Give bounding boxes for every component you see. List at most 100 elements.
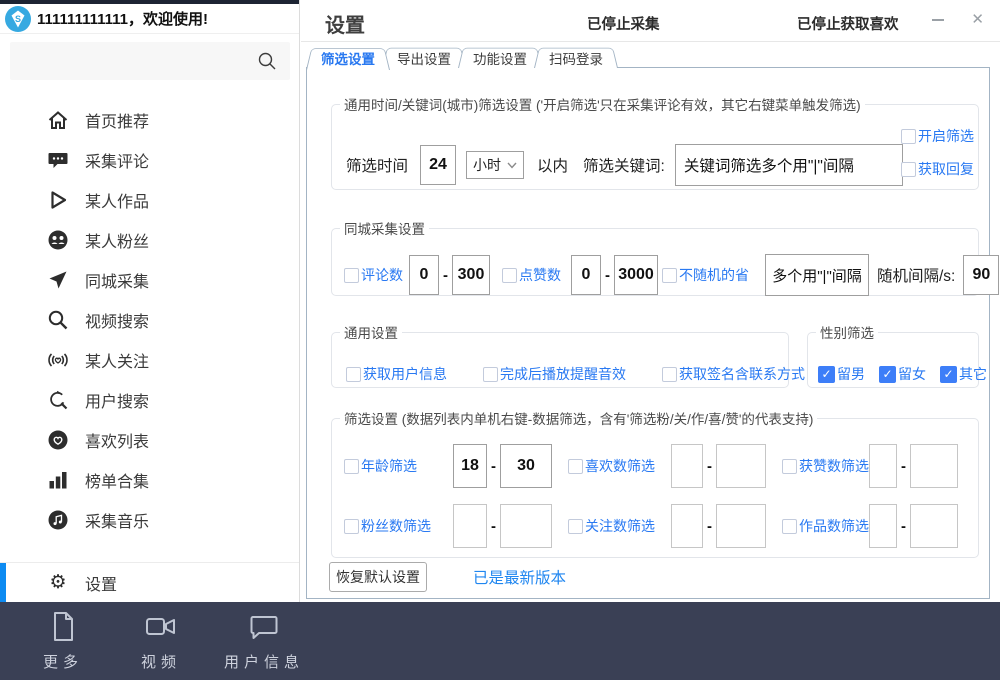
praise-count-filter-label[interactable]: 获赞数筛选 bbox=[799, 456, 869, 476]
time-unit-select[interactable]: 小时 bbox=[466, 151, 524, 179]
sidebar-item-user-follow[interactable]: 某人关注 bbox=[0, 340, 299, 380]
get-user-info-checkbox[interactable] bbox=[346, 367, 361, 382]
praise-count-filter-checkbox[interactable] bbox=[782, 459, 797, 474]
fans-count-min-input[interactable] bbox=[453, 504, 487, 548]
sidebar-item-settings[interactable]: ⚙ 设置 bbox=[0, 562, 299, 602]
keep-male-checkbox[interactable] bbox=[818, 366, 835, 383]
like-count-label[interactable]: 点赞数 bbox=[519, 265, 561, 285]
svg-text:S: S bbox=[15, 13, 21, 23]
sidebar-item-user-fans[interactable]: 某人粉丝 bbox=[0, 220, 299, 260]
comment-count-label[interactable]: 评论数 bbox=[361, 265, 403, 285]
general-settings-fieldset: 通用设置 获取用户信息 完成后播放提醒音效 获取签名含联系方式 bbox=[331, 322, 789, 388]
sidebar-item-video-search[interactable]: 视频搜索 bbox=[0, 300, 299, 340]
search-icon[interactable] bbox=[256, 50, 278, 72]
sidebar-item-music-collect[interactable]: 采集音乐 bbox=[0, 500, 299, 540]
like-count-filter-label[interactable]: 喜欢数筛选 bbox=[585, 456, 655, 476]
play-sound-checkbox[interactable] bbox=[483, 367, 498, 382]
follow-count-filter-checkbox[interactable] bbox=[568, 519, 583, 534]
random-interval-input[interactable] bbox=[963, 255, 999, 295]
get-reply-checkbox[interactable] bbox=[901, 162, 916, 177]
page-title: 设置 bbox=[325, 9, 365, 38]
sidebar-item-label: 喜欢列表 bbox=[85, 428, 149, 452]
sidebar-item-label: 采集音乐 bbox=[85, 508, 149, 532]
range-dash: - bbox=[707, 458, 712, 475]
fieldset-legend: 通用设置 bbox=[340, 322, 402, 342]
province-list-input[interactable] bbox=[765, 254, 869, 296]
like-count-checkbox[interactable] bbox=[502, 268, 517, 283]
numeric-filters-fieldset: 筛选设置 (数据列表内单机右键-数据筛选，含有'筛选粉/关/作/喜/赞'的代表支… bbox=[331, 408, 979, 558]
keep-other-label[interactable]: 其它 bbox=[959, 364, 987, 384]
works-count-max-input[interactable] bbox=[910, 504, 958, 548]
works-count-filter-label[interactable]: 作品数筛选 bbox=[799, 516, 869, 536]
tab-function-settings[interactable]: 功能设置 bbox=[458, 45, 542, 68]
like-max-input[interactable] bbox=[614, 255, 658, 295]
sidebar-item-user-search[interactable]: 用户搜索 bbox=[0, 380, 299, 420]
like-count-min-input[interactable] bbox=[671, 444, 703, 488]
panel-footer: 恢复默认设置 已是最新版本 bbox=[329, 562, 566, 592]
sidebar-item-user-works[interactable]: 某人作品 bbox=[0, 180, 299, 220]
signature-contact-checkbox[interactable] bbox=[662, 367, 677, 382]
sidebar-item-ranking[interactable]: 榜单合集 bbox=[0, 460, 299, 500]
tab-qr-login[interactable]: 扫码登录 bbox=[534, 45, 618, 68]
sidebar-item-comments[interactable]: 采集评论 bbox=[0, 140, 299, 180]
enable-filter-checkbox[interactable] bbox=[901, 129, 916, 144]
play-sound-label[interactable]: 完成后播放提醒音效 bbox=[500, 364, 626, 384]
keep-other-checkbox[interactable] bbox=[940, 366, 957, 383]
get-reply-label[interactable]: 获取回复 bbox=[918, 159, 974, 179]
fixed-province-checkbox[interactable] bbox=[662, 268, 677, 283]
filter-keyword-label: 筛选关键词: bbox=[583, 154, 665, 176]
bottom-item-video[interactable]: 视频 bbox=[126, 610, 196, 672]
get-user-info-label[interactable]: 获取用户信息 bbox=[363, 364, 447, 384]
age-filter-label[interactable]: 年龄筛选 bbox=[361, 456, 417, 476]
enable-filter-label[interactable]: 开启筛选 bbox=[918, 126, 974, 146]
praise-count-max-input[interactable] bbox=[910, 444, 958, 488]
keep-female-label[interactable]: 留女 bbox=[898, 364, 926, 384]
filter-time-label: 筛选时间 bbox=[346, 154, 408, 176]
works-count-min-input[interactable] bbox=[869, 504, 897, 548]
age-max-input[interactable] bbox=[500, 444, 552, 488]
sidebar-item-home[interactable]: 首页推荐 bbox=[0, 100, 299, 140]
comment-min-input[interactable] bbox=[409, 255, 439, 295]
app-logo-icon: S bbox=[5, 6, 31, 32]
filter-keyword-input[interactable] bbox=[675, 144, 903, 186]
bottom-item-user-info[interactable]: 用户信息 bbox=[212, 610, 316, 672]
minimize-button[interactable] bbox=[932, 19, 944, 21]
bottom-item-more[interactable]: 更多 bbox=[30, 610, 96, 672]
keep-female-checkbox[interactable] bbox=[879, 366, 896, 383]
version-status-link[interactable]: 已是最新版本 bbox=[473, 566, 566, 588]
sidebar-item-city-collect[interactable]: 同城采集 bbox=[0, 260, 299, 300]
bottom-item-label: 用户信息 bbox=[212, 651, 316, 672]
signature-contact-label[interactable]: 获取签名含联系方式 bbox=[679, 364, 805, 384]
age-min-input[interactable] bbox=[453, 444, 487, 488]
filter-time-input[interactable] bbox=[420, 145, 456, 185]
sidebar-search-box[interactable] bbox=[10, 42, 290, 80]
fans-count-filter-label[interactable]: 粉丝数筛选 bbox=[361, 516, 431, 536]
random-interval-label: 随机间隔/s: bbox=[877, 264, 955, 286]
within-label: 以内 bbox=[537, 154, 568, 176]
age-filter-checkbox[interactable] bbox=[344, 459, 359, 474]
search-input[interactable] bbox=[18, 46, 248, 76]
follow-count-filter-label[interactable]: 关注数筛选 bbox=[585, 516, 655, 536]
like-count-filter-checkbox[interactable] bbox=[568, 459, 583, 474]
tab-filter-settings[interactable]: 筛选设置 bbox=[306, 45, 390, 68]
works-count-filter-checkbox[interactable] bbox=[782, 519, 797, 534]
reset-defaults-button[interactable]: 恢复默认设置 bbox=[329, 562, 427, 592]
music-icon bbox=[46, 509, 70, 531]
fans-count-max-input[interactable] bbox=[500, 504, 552, 548]
fixed-province-label[interactable]: 不随机的省 bbox=[679, 265, 749, 285]
praise-count-min-input[interactable] bbox=[869, 444, 897, 488]
sidebar-item-like-list[interactable]: 喜欢列表 bbox=[0, 420, 299, 460]
like-min-input[interactable] bbox=[571, 255, 601, 295]
sidebar-item-label: 采集评论 bbox=[85, 148, 149, 172]
fans-count-filter-checkbox[interactable] bbox=[344, 519, 359, 534]
close-button[interactable]: ✕ bbox=[971, 10, 984, 28]
follow-count-max-input[interactable] bbox=[716, 504, 766, 548]
like-count-max-input[interactable] bbox=[716, 444, 766, 488]
keep-male-label[interactable]: 留男 bbox=[837, 364, 865, 384]
comment-count-checkbox[interactable] bbox=[344, 268, 359, 283]
bottom-toolbar: 更多 视频 用户信息 bbox=[0, 602, 1000, 680]
range-dash: - bbox=[491, 458, 496, 475]
comment-max-input[interactable] bbox=[452, 255, 490, 295]
follow-count-min-input[interactable] bbox=[671, 504, 703, 548]
tab-export-settings[interactable]: 导出设置 bbox=[382, 45, 466, 68]
